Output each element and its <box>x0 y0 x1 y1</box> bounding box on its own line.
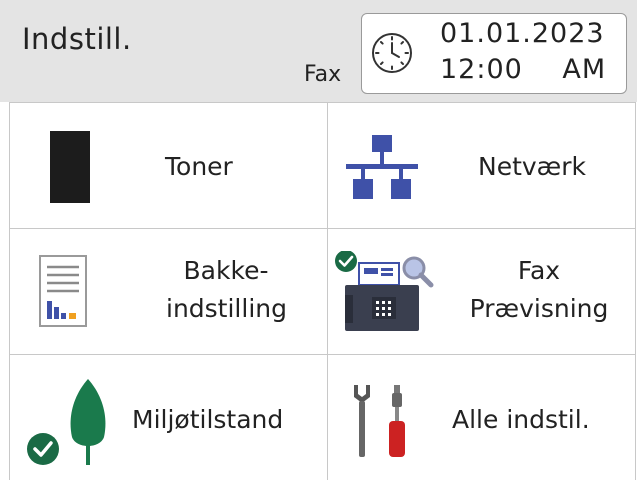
fax-preview-label-line2: Prævisning <box>469 294 609 323</box>
status-bar: Indstill. Fax 01.01.2023 12:00 AM <box>0 0 637 102</box>
fax-preview-tile[interactable]: Fax Prævisning <box>327 228 635 354</box>
toner-tile[interactable]: Toner <box>10 102 327 228</box>
tray-settings-label-line1: Bakke- <box>183 256 269 285</box>
fax-preview-icon <box>335 251 434 331</box>
time-display: 12:00 AM <box>440 54 607 85</box>
toner-label: Toner <box>165 152 233 181</box>
eco-mode-label: Miljøtilstand <box>132 405 284 434</box>
tools-icon <box>354 385 405 457</box>
date-display: 01.01.2023 <box>440 18 605 49</box>
all-settings-tile[interactable]: Alle indstil. <box>327 354 635 480</box>
tray-settings-icon <box>39 255 87 327</box>
eco-mode-tile[interactable]: Miljøtilstand <box>10 354 327 480</box>
toner-icon <box>50 131 90 203</box>
all-settings-label: Alle indstil. <box>452 405 590 434</box>
tray-settings-label-line2: indstilling <box>166 294 287 323</box>
fax-preview-label-line1: Fax <box>517 256 561 285</box>
eco-leaf-icon <box>27 379 106 465</box>
network-tile[interactable]: Netværk <box>327 102 635 228</box>
tray-settings-tile[interactable]: Bakke- indstilling <box>10 228 327 354</box>
clock-icon <box>372 33 412 73</box>
network-label: Netværk <box>478 152 586 181</box>
settings-menu-grid: Toner Netværk Bakke- indstilling Fax Præ… <box>9 102 636 480</box>
mode-label: Fax <box>304 62 342 87</box>
network-icon <box>346 135 418 199</box>
screen-title: Indstill. <box>22 22 132 56</box>
date-time-button[interactable]: 01.01.2023 12:00 AM <box>361 13 627 94</box>
